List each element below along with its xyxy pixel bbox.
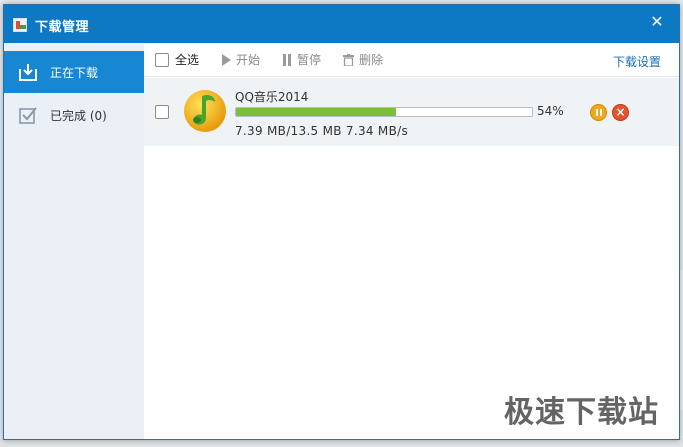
file-name: QQ音乐2014 [235,90,309,104]
download-settings-link[interactable]: 下载设置 [613,53,661,70]
qq-music-icon [182,87,228,133]
toolbar: 全选 开始 暂停 删除 下载设置 [144,43,679,77]
main-panel: 全选 开始 暂停 删除 下载设置 QQ音乐2014 54% 7.39 MB/13… [144,43,679,439]
trash-icon [343,53,355,66]
select-all-checkbox[interactable] [155,52,169,67]
app-logo-icon [13,18,27,32]
sidebar-item-label: 已完成 (0) [50,108,107,123]
progress-percent: 54% [537,104,564,118]
sidebar: 正在下载 已完成 (0) [4,43,144,439]
sidebar-item-completed[interactable]: 已完成 (0) [4,94,144,136]
window-title: 下载管理 [35,20,90,35]
delete-button[interactable]: 删除 [343,51,383,68]
pause-download-button[interactable] [590,104,607,121]
start-label: 开始 [236,53,261,67]
download-manager-dialog: 下载管理 ✕ 正在下载 已完成 (0) 全选 开始 暂停 删除 下载设置 QQ音… [3,4,680,440]
progress-bar [235,107,533,117]
sidebar-item-downloading[interactable]: 正在下载 [4,51,144,93]
sidebar-item-label: 正在下载 [50,65,99,80]
pause-all-button[interactable]: 暂停 [282,51,321,68]
size-speed-info: 7.39 MB/13.5 MB 7.34 MB/s [235,124,409,138]
download-tray-icon [17,61,39,83]
checkbox-icon [17,104,39,126]
row-checkbox[interactable] [155,105,169,119]
download-row[interactable]: QQ音乐2014 54% 7.39 MB/13.5 MB 7.34 MB/s × [144,78,679,146]
select-all-label[interactable]: 全选 [175,51,199,68]
play-icon [222,53,232,66]
delete-label: 删除 [359,53,384,67]
pause-label: 暂停 [297,53,322,67]
progress-fill [236,108,396,116]
watermark: 极速下载站 [504,395,659,430]
start-button[interactable]: 开始 [221,51,260,68]
cancel-download-button[interactable]: × [612,104,629,121]
close-button[interactable]: ✕ [647,12,667,32]
pause-icon [283,53,292,66]
titlebar: 下载管理 ✕ [4,5,679,43]
